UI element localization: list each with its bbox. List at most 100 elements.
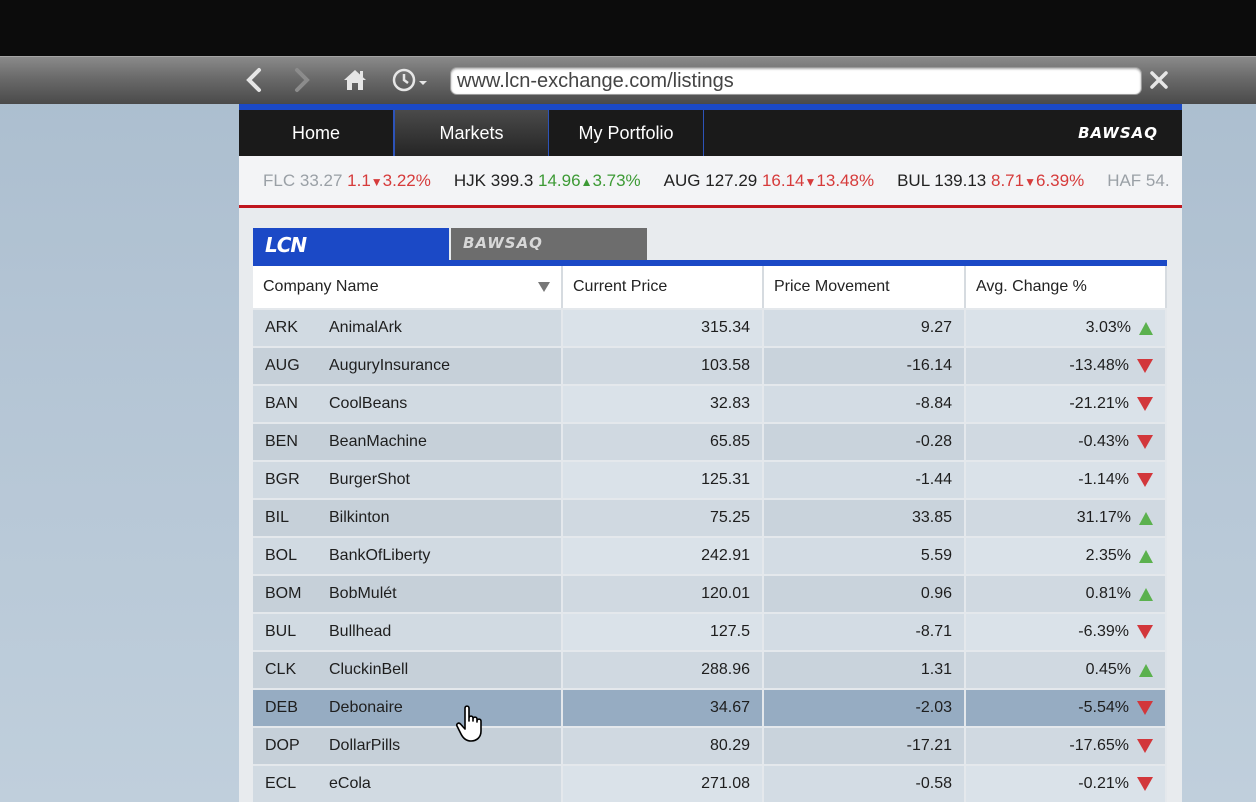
company-cell: CLK CluckinBell: [253, 652, 563, 688]
company-name: AnimalArk: [329, 319, 402, 336]
price-movement-cell: -17.21: [764, 728, 966, 764]
header-current-price[interactable]: Current Price: [563, 266, 764, 308]
nav-tab-my-portfolio[interactable]: My Portfolio: [549, 110, 704, 156]
history-clock-icon[interactable]: [390, 65, 432, 95]
down-triangle-icon: [1137, 625, 1153, 639]
table-body: ARK AnimalArk 315.34 9.27 3.03% AUG AuguryInsu…: [253, 308, 1167, 802]
current-price-cell: 80.29: [563, 728, 764, 764]
back-arrow-icon[interactable]: [240, 65, 268, 95]
avg-change-value: -0.43%: [1078, 433, 1129, 450]
table-row[interactable]: DOP DollarPills 80.29 -17.21 -17.65%: [253, 726, 1167, 764]
up-triangle-icon: ▲: [580, 175, 593, 189]
ticker-change: 16.14: [761, 171, 805, 190]
stock-ticker: FLC 33.27 1.1▼3.22% HJK 399.3 14.96▲3.73%…: [239, 156, 1182, 208]
price-movement-cell: 1.31: [764, 652, 966, 688]
avg-change-value: -21.21%: [1069, 395, 1129, 412]
table-row[interactable]: BOM BobMulét 120.01 0.96 0.81%: [253, 574, 1167, 612]
listings-table: Company Name Current Price Price Movemen…: [253, 266, 1167, 802]
company-name: BeanMachine: [329, 433, 427, 450]
up-triangle-icon: [1139, 549, 1153, 563]
company-symbol: BEN: [265, 433, 298, 450]
table-row[interactable]: ECL eCola 271.08 -0.58 -0.21%: [253, 764, 1167, 802]
table-row[interactable]: BAN CoolBeans 32.83 -8.84 -21.21%: [253, 384, 1167, 422]
company-cell: BOM BobMulét: [253, 576, 563, 612]
header-company-name[interactable]: Company Name: [253, 266, 563, 308]
company-cell: BIL Bilkinton: [253, 500, 563, 536]
company-cell: DOP DollarPills: [253, 728, 563, 764]
company-symbol: CLK: [265, 661, 297, 678]
avg-change-value: 0.81%: [1085, 585, 1131, 602]
avg-change-value: -6.39%: [1078, 623, 1129, 640]
up-triangle-icon: [1139, 663, 1153, 677]
ticker-item[interactable]: AUG 127.29 16.14▼13.48%: [664, 171, 874, 191]
ticker-item[interactable]: HJK 399.3 14.96▲3.73%: [454, 171, 641, 191]
sort-down-icon[interactable]: [537, 281, 551, 293]
bawsaq-logo[interactable]: BAWSAQ: [1078, 124, 1158, 142]
nav-tab-markets[interactable]: Markets: [394, 110, 549, 156]
price-movement-cell: -8.84: [764, 386, 966, 422]
ticker-symbol: HJK: [453, 171, 486, 190]
ticker-item[interactable]: HAF 54.: [1107, 171, 1169, 191]
tab-lcn[interactable]: LCN: [253, 228, 449, 264]
company-cell: BGR BurgerShot: [253, 462, 563, 498]
price-movement-cell: -16.14: [764, 348, 966, 384]
table-row[interactable]: BUL Bullhead 127.5 -8.71 -6.39%: [253, 612, 1167, 650]
home-icon[interactable]: [340, 65, 370, 95]
company-symbol: BGR: [265, 471, 300, 488]
ticker-symbol: AUG: [663, 171, 701, 190]
company-cell: ARK AnimalArk: [253, 310, 563, 346]
header-price-movement[interactable]: Price Movement: [764, 266, 966, 308]
price-movement-cell: 9.27: [764, 310, 966, 346]
current-price-cell: 315.34: [563, 310, 764, 346]
company-name: BobMulét: [329, 585, 397, 602]
ticker-price: 399.3: [490, 171, 534, 190]
avg-change-value: -13.48%: [1069, 357, 1129, 374]
ticker-price: 33.27: [299, 171, 343, 190]
nav-tab-home[interactable]: Home: [239, 110, 394, 156]
browser-toolbar: www.lcn-exchange.com/listings: [0, 56, 1256, 104]
exchange-tabs: LCN BAWSAQ: [253, 228, 1167, 266]
company-cell: AUG AuguryInsurance: [253, 348, 563, 384]
table-row[interactable]: ARK AnimalArk 315.34 9.27 3.03%: [253, 308, 1167, 346]
current-price-cell: 271.08: [563, 766, 764, 802]
price-movement-cell: -0.58: [764, 766, 966, 802]
down-triangle-icon: ▼: [370, 175, 383, 189]
table-row[interactable]: CLK CluckinBell 288.96 1.31 0.45%: [253, 650, 1167, 688]
header-avg-change[interactable]: Avg. Change %: [966, 266, 1167, 308]
down-triangle-icon: [1137, 777, 1153, 791]
avg-change-cell: 0.81%: [966, 576, 1167, 612]
table-row[interactable]: BOL BankOfLiberty 242.91 5.59 2.35%: [253, 536, 1167, 574]
ticker-strip: FLC 33.27 1.1▼3.22% HJK 399.3 14.96▲3.73%…: [263, 171, 1182, 191]
ticker-change: 1.1: [347, 171, 371, 190]
ticker-price: 139.13: [934, 171, 987, 190]
url-input[interactable]: www.lcn-exchange.com/listings: [450, 67, 1142, 95]
forward-arrow-icon[interactable]: [288, 65, 316, 95]
current-price-cell: 288.96: [563, 652, 764, 688]
table-row[interactable]: AUG AuguryInsurance 103.58 -16.14 -13.48%: [253, 346, 1167, 384]
table-row[interactable]: BIL Bilkinton 75.25 33.85 31.17%: [253, 498, 1167, 536]
table-row[interactable]: DEB Debonaire 34.67 -2.03 -5.54%: [253, 688, 1167, 726]
avg-change-value: -1.14%: [1078, 471, 1129, 488]
table-row[interactable]: BGR BurgerShot 125.31 -1.44 -1.14%: [253, 460, 1167, 498]
avg-change-cell: -6.39%: [966, 614, 1167, 650]
header-label: Company Name: [263, 278, 379, 295]
close-icon[interactable]: [1146, 65, 1172, 95]
ticker-item[interactable]: BUL 139.13 8.71▼6.39%: [897, 171, 1084, 191]
current-price-cell: 103.58: [563, 348, 764, 384]
ticker-percent: 13.48%: [816, 171, 875, 190]
table-row[interactable]: BEN BeanMachine 65.85 -0.28 -0.43%: [253, 422, 1167, 460]
current-price-cell: 127.5: [563, 614, 764, 650]
ticker-percent: 3.22%: [382, 171, 431, 190]
down-triangle-icon: [1137, 397, 1153, 411]
ticker-symbol: HAF: [1107, 171, 1142, 190]
price-movement-cell: -0.28: [764, 424, 966, 460]
company-name: Debonaire: [329, 699, 403, 716]
current-price-cell: 75.25: [563, 500, 764, 536]
tab-bawsaq[interactable]: BAWSAQ: [451, 228, 647, 260]
company-name: BankOfLiberty: [329, 547, 431, 564]
price-movement-cell: -8.71: [764, 614, 966, 650]
avg-change-cell: -13.48%: [966, 348, 1167, 384]
ticker-item[interactable]: FLC 33.27 1.1▼3.22%: [263, 171, 431, 191]
price-movement-cell: 5.59: [764, 538, 966, 574]
company-symbol: DOP: [265, 737, 300, 754]
